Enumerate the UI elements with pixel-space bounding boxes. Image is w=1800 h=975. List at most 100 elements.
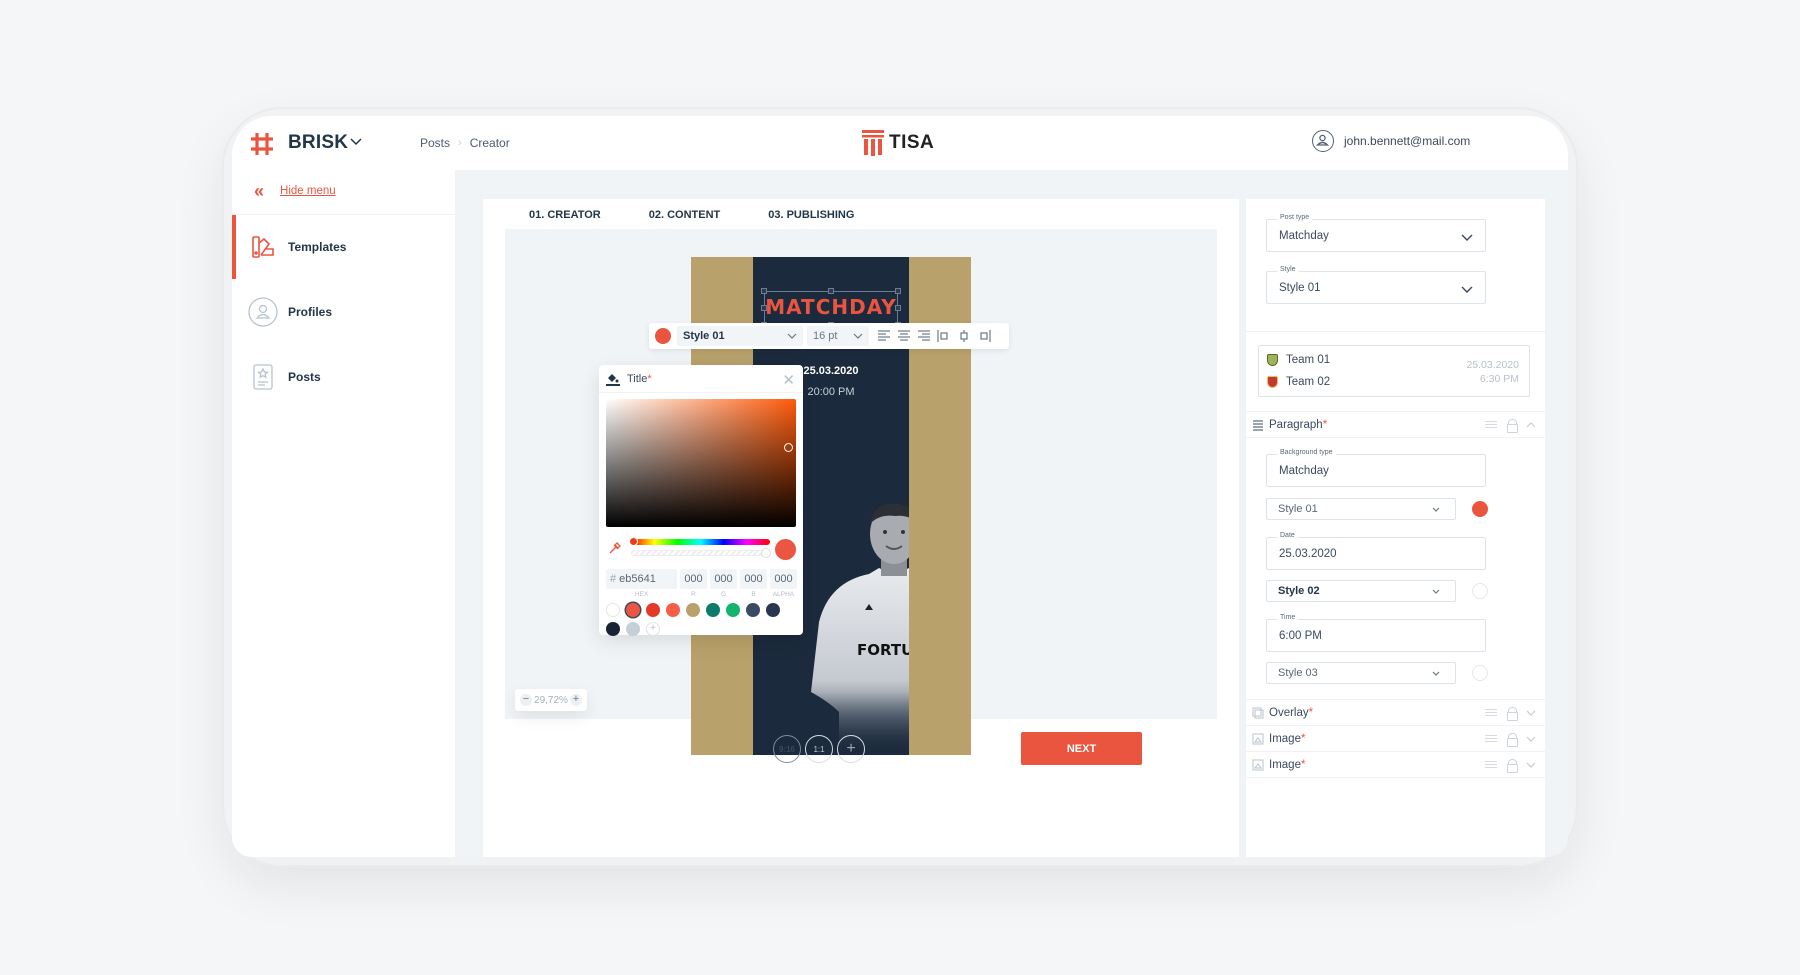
align-object-right-icon[interactable] [977, 329, 991, 343]
time-field[interactable]: Time 6:00 PM [1266, 614, 1486, 652]
style-select[interactable]: Style Style 01 [1266, 266, 1486, 304]
lock-icon[interactable] [1507, 758, 1518, 773]
poster-title[interactable]: MATCHDAY [765, 295, 897, 319]
color-cursor[interactable] [784, 443, 793, 452]
r-label: R [691, 591, 696, 598]
background-type-field[interactable]: Background type Matchday [1266, 449, 1486, 487]
sidebar-item-profiles[interactable]: Profiles [232, 280, 455, 344]
date-field[interactable]: Date 25.03.2020 [1266, 532, 1486, 570]
text-style-select[interactable]: Style 01 [677, 326, 803, 346]
style-01-select[interactable]: Style 01 [1266, 498, 1456, 520]
chevron-down-icon[interactable] [1526, 708, 1536, 718]
tab-content[interactable]: 02. CONTENT [625, 199, 745, 229]
align-center-icon[interactable] [897, 329, 911, 343]
lock-icon[interactable] [1507, 706, 1518, 721]
style-02-select[interactable]: Style 02 [1266, 580, 1456, 602]
post-type-select[interactable]: Post type Matchday [1266, 214, 1486, 252]
zoom-in-button[interactable]: + [569, 694, 582, 706]
breadcrumb-posts[interactable]: Posts [420, 136, 450, 150]
alpha-slider[interactable] [631, 550, 770, 556]
app-screen: BRISK Posts › Creator TISA john.bennett@… [232, 116, 1568, 857]
divider [1246, 437, 1546, 438]
color-swatches: + [606, 603, 798, 636]
brand-name[interactable]: BRISK [288, 132, 348, 154]
color-swatch[interactable] [706, 603, 720, 617]
section-paragraph[interactable]: Paragraph* [1246, 412, 1546, 437]
image-icon [1252, 759, 1264, 770]
user-email: john.bennett@mail.com [1344, 134, 1471, 148]
hide-menu-button[interactable]: « Hide menu [254, 182, 336, 200]
sidebar: « Hide menu Templates Profiles Posts [232, 170, 455, 857]
add-swatch-button[interactable]: + [646, 622, 660, 636]
title-text-box[interactable]: MATCHDAY [761, 288, 901, 328]
user-avatar-icon [1312, 130, 1334, 152]
chevron-down-icon[interactable] [1526, 734, 1536, 744]
color-swatch[interactable] [606, 622, 620, 636]
saturation-value-area[interactable] [606, 399, 796, 527]
red-input[interactable]: 000 [680, 569, 707, 589]
drag-handle-icon[interactable] [1485, 735, 1497, 742]
sidebar-item-posts[interactable]: Posts [232, 345, 455, 409]
tab-creator[interactable]: 01. CREATOR [505, 199, 625, 232]
hue-slider[interactable] [631, 539, 770, 545]
section-image-2[interactable]: Image* [1246, 752, 1546, 777]
lock-icon[interactable] [1507, 418, 1518, 433]
color-swatch[interactable] [726, 603, 740, 617]
color-swatch[interactable] [626, 603, 640, 617]
match-card[interactable]: Team 01 Team 02 25.03.2020 6:30 PM [1258, 345, 1530, 397]
color-swatch[interactable] [666, 603, 680, 617]
chevron-down-icon[interactable] [349, 134, 363, 148]
add-ratio-button[interactable]: + [837, 735, 865, 763]
drag-handle-icon[interactable] [1485, 709, 1497, 716]
color-swatch[interactable] [766, 603, 780, 617]
green-input[interactable]: 000 [710, 569, 737, 589]
hue-slider-handle[interactable] [629, 537, 638, 546]
close-icon[interactable]: ✕ [782, 371, 795, 389]
chevron-down-icon [1461, 286, 1473, 293]
align-object-center-icon[interactable] [957, 329, 971, 343]
color-picker-title: Title* [627, 372, 652, 385]
font-size-select[interactable]: 16 pt [807, 326, 869, 346]
chevron-up-icon[interactable] [1526, 420, 1536, 430]
zoom-out-button[interactable]: − [520, 694, 532, 706]
tab-publishing[interactable]: 03. PUBLISHING [744, 199, 878, 229]
style-03-select[interactable]: Style 03 [1266, 662, 1456, 684]
color-swatch[interactable] [606, 603, 620, 617]
drag-handle-icon[interactable] [1485, 421, 1497, 428]
section-image-1[interactable]: Image* [1246, 726, 1546, 751]
lock-icon[interactable] [1507, 732, 1518, 747]
user-menu[interactable]: john.bennett@mail.com [1312, 130, 1470, 152]
style-02-color-button[interactable] [1472, 583, 1488, 599]
text-color-button[interactable] [655, 328, 671, 344]
ratio-9-16-button[interactable]: 9:16 [773, 735, 801, 763]
alpha-slider-handle[interactable] [761, 548, 771, 558]
eyedropper-icon[interactable] [608, 541, 622, 555]
tisa-logo-icon [862, 130, 884, 156]
style-03-color-button[interactable] [1472, 665, 1488, 681]
alpha-input[interactable]: 000 [770, 569, 797, 589]
hex-input[interactable]: # eb5641 [606, 569, 677, 589]
design-canvas[interactable]: L FORTUNA MATCHDAY 25.03.2020 20:00 PM [505, 229, 1217, 755]
color-swatch[interactable] [746, 603, 760, 617]
color-swatch[interactable] [646, 603, 660, 617]
align-object-left-icon[interactable] [937, 329, 951, 343]
chevron-down-icon[interactable] [1526, 760, 1536, 770]
double-chevron-left-icon: « [254, 181, 265, 201]
blue-input[interactable]: 000 [740, 569, 767, 589]
next-button[interactable]: NEXT [1021, 732, 1142, 765]
top-bar: BRISK Posts › Creator TISA john.bennett@… [232, 116, 1568, 170]
style-label: Style [1277, 266, 1299, 273]
align-right-icon[interactable] [917, 329, 931, 343]
style-01-color-button[interactable] [1472, 501, 1488, 517]
team-2-crest-icon [1267, 376, 1278, 388]
sidebar-item-templates[interactable]: Templates [232, 215, 455, 279]
main-area: 01. CREATOR 02. CONTENT 03. PUBLISHING L… [455, 170, 1568, 857]
color-picker-header: Title* ✕ [599, 365, 803, 393]
color-swatch[interactable] [686, 603, 700, 617]
ratio-1-1-button[interactable]: 1:1 [805, 735, 833, 763]
color-swatch[interactable] [626, 622, 640, 636]
align-left-icon[interactable] [877, 329, 891, 343]
section-overlay[interactable]: Overlay* [1246, 700, 1546, 725]
hex-label: HEX [634, 591, 649, 598]
drag-handle-icon[interactable] [1485, 761, 1497, 768]
